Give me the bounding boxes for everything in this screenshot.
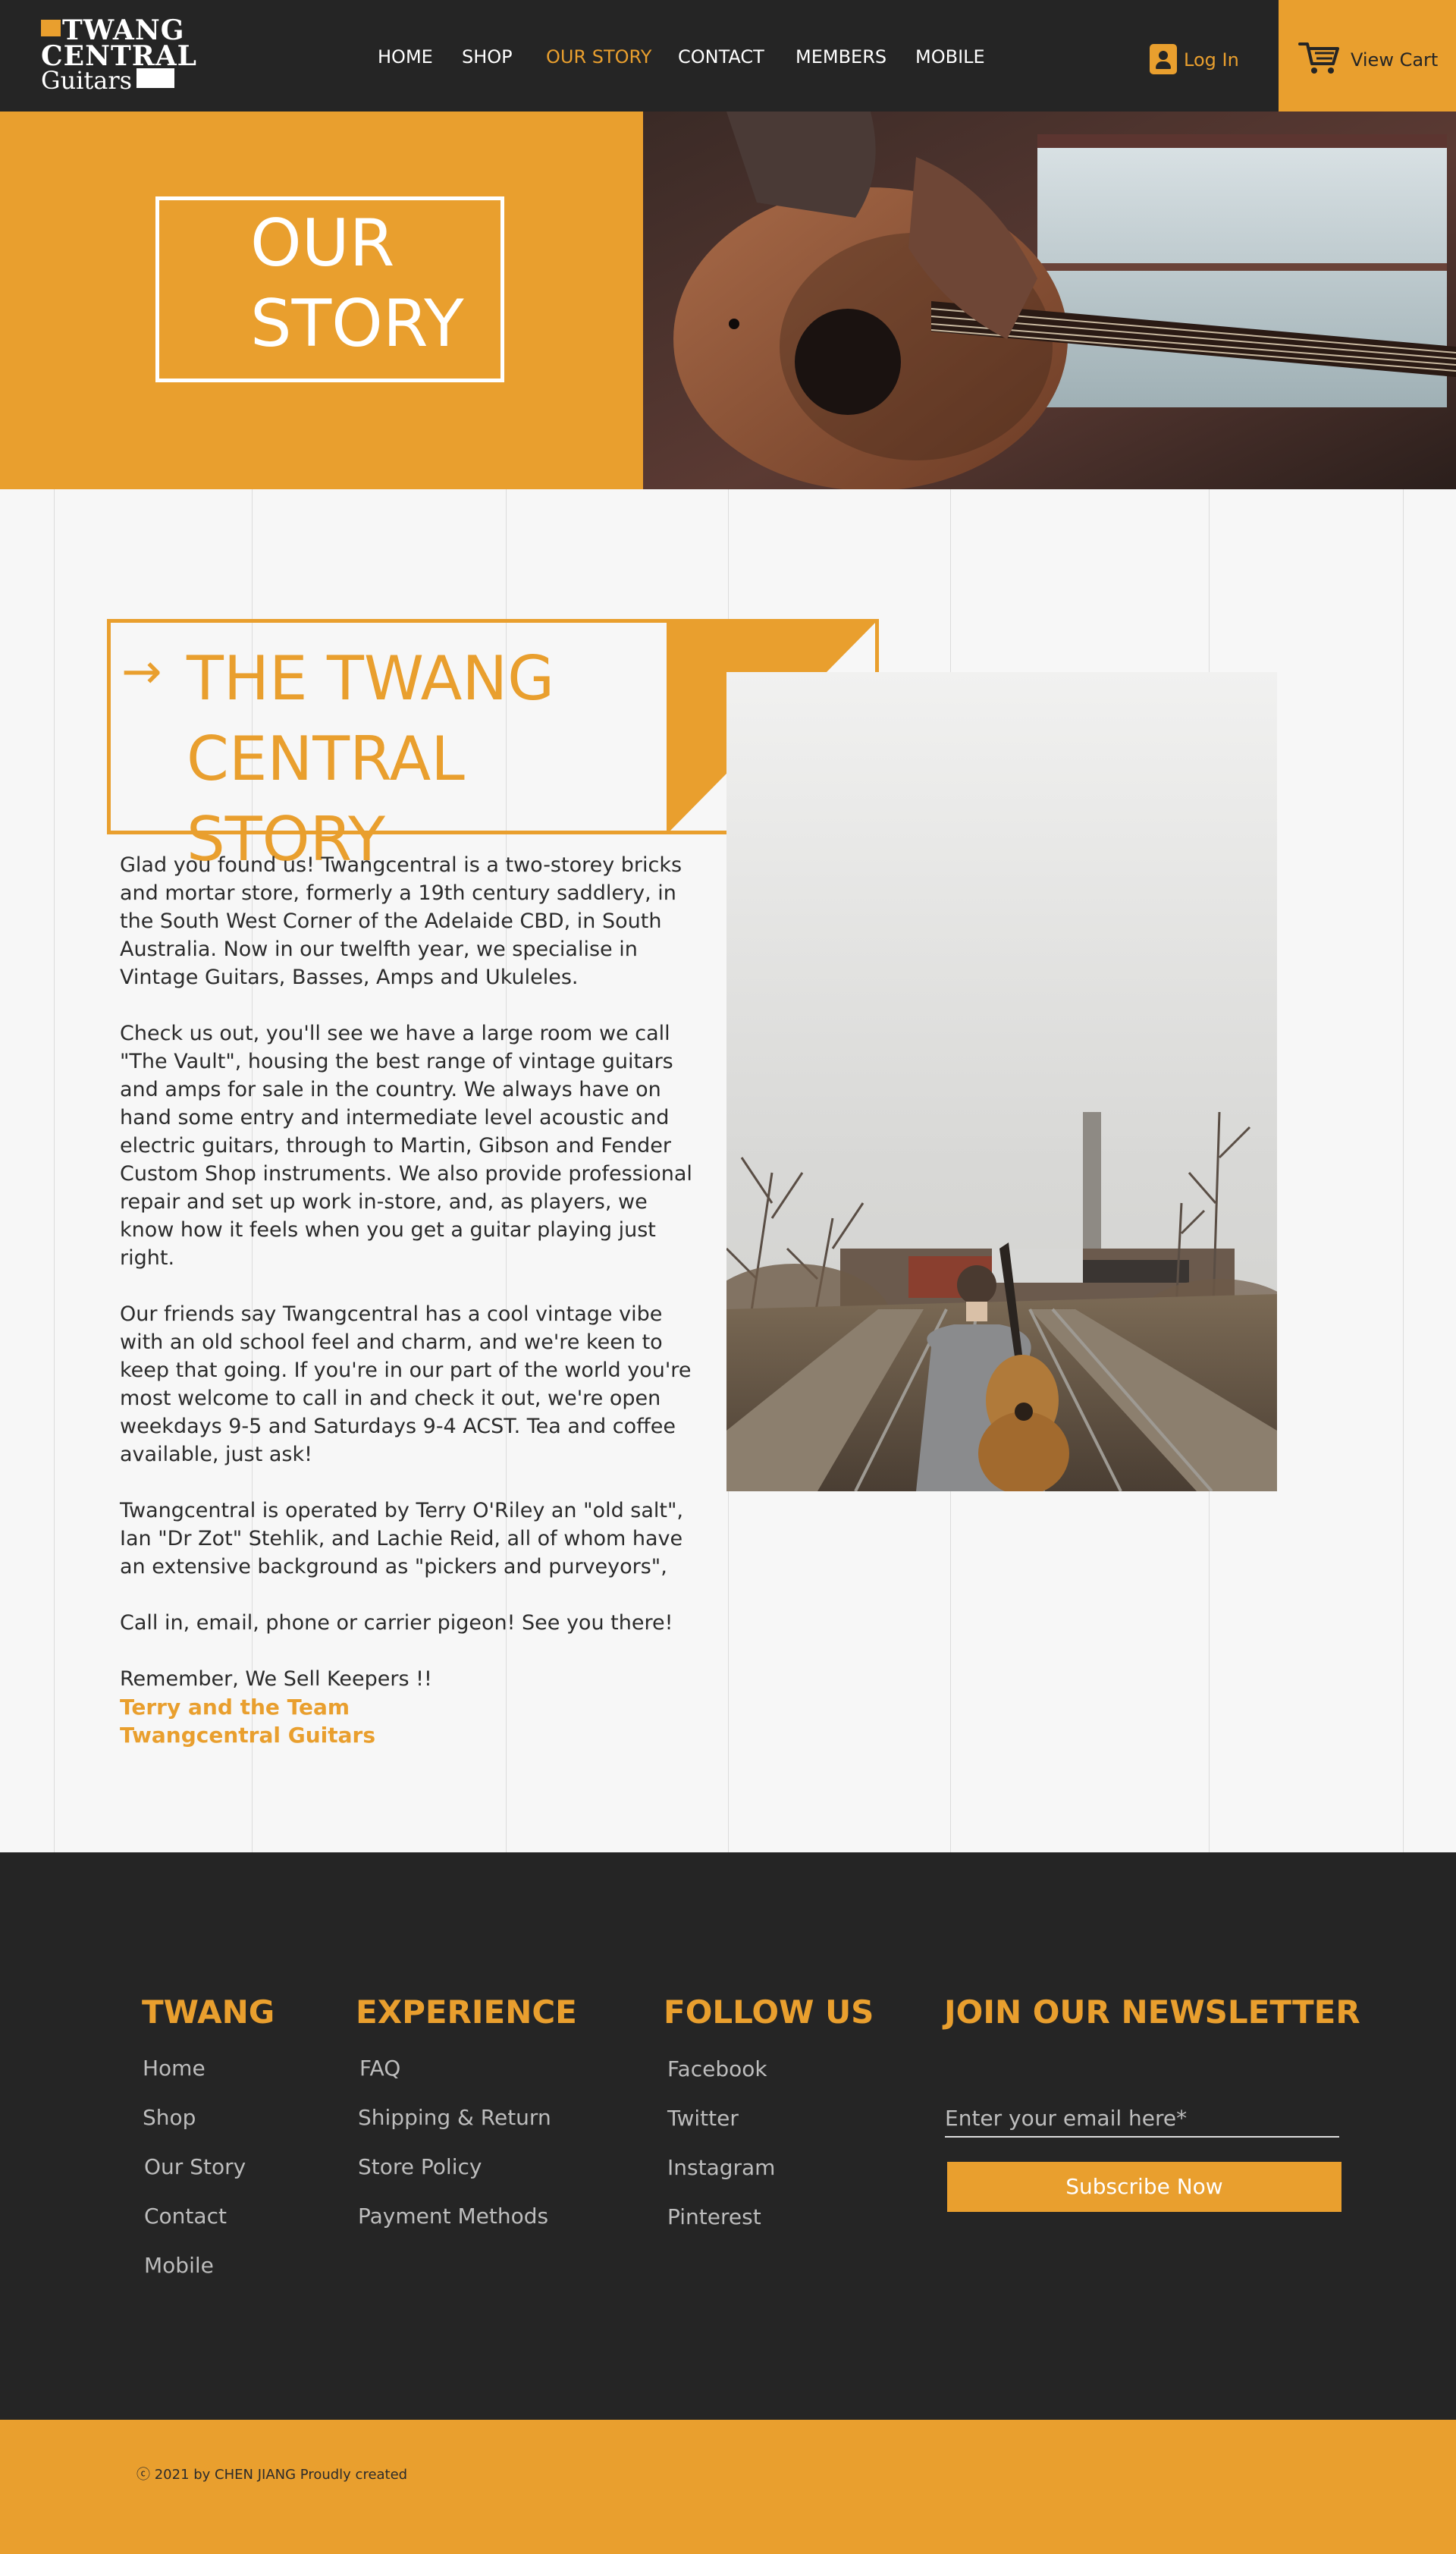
subscribe-button[interactable]: Subscribe Now xyxy=(947,2162,1341,2212)
copyright-bar xyxy=(0,2420,1456,2554)
nav-members[interactable]: MEMBERS xyxy=(795,47,886,67)
footer-link-shipping-return[interactable]: Shipping & Return xyxy=(358,2105,551,2131)
story-paragraph: Our friends say Twangcentral has a cool … xyxy=(120,1302,692,1466)
railway-guitarist-image xyxy=(726,672,1277,1491)
newsletter-email-input[interactable] xyxy=(945,2100,1339,2138)
hero-title: OUR STORY xyxy=(250,203,493,364)
story-body: Glad you found us! Twangcentral is a two… xyxy=(120,851,696,1721)
user-icon[interactable] xyxy=(1150,44,1177,74)
cart-icon[interactable] xyxy=(1298,41,1341,76)
story-paragraph: Glad you found us! Twangcentral is a two… xyxy=(120,853,682,989)
footer-heading-twang: TWANG xyxy=(142,1993,275,2031)
site-logo[interactable]: TWANG CENTRAL Guitars xyxy=(39,17,196,95)
nav-contact[interactable]: CONTACT xyxy=(678,47,764,67)
copyright-text: ⓒ 2021 by CHEN JIANG Proudly created xyxy=(136,2467,408,2483)
footer-heading-newsletter: JOIN OUR NEWSLETTER xyxy=(944,1993,1360,2031)
story-paragraph: Check us out, you'll see we have a large… xyxy=(120,1022,692,1270)
logo-line-3: Guitars xyxy=(41,66,133,95)
footer-heading-follow-us: FOLLOW US xyxy=(664,1993,874,2031)
logo-bar xyxy=(136,68,174,88)
user-icon-body xyxy=(1156,61,1171,69)
footer-heading-experience: EXPERIENCE xyxy=(356,1993,577,2031)
footer-link-payment-methods[interactable]: Payment Methods xyxy=(358,2204,548,2229)
nav-mobile[interactable]: MOBILE xyxy=(915,47,985,67)
guide-line xyxy=(54,489,55,1852)
signature-line-2: Twangcentral Guitars xyxy=(120,1723,375,1748)
view-cart-link[interactable]: View Cart xyxy=(1351,50,1438,70)
footer-link-home[interactable]: Home xyxy=(143,2056,206,2081)
logo-square xyxy=(41,20,61,36)
story-title-line-1: THE TWANG xyxy=(187,643,555,714)
hero-title-line-2: STORY xyxy=(250,286,464,362)
nav-home[interactable]: HOME xyxy=(378,47,433,67)
footer-link-pinterest[interactable]: Pinterest xyxy=(667,2204,761,2230)
nav-our-story[interactable]: OUR STORY xyxy=(546,47,651,67)
signature-line-1: Terry and the Team xyxy=(120,1695,350,1720)
story-title: THE TWANG CENTRAL STORY xyxy=(187,639,672,880)
footer-link-instagram[interactable]: Instagram xyxy=(667,2155,775,2181)
story-signature: Terry and the Team Twangcentral Guitars xyxy=(120,1693,375,1749)
hero-title-line-1: OUR xyxy=(250,206,395,281)
story-paragraph: Remember, We Sell Keepers !! xyxy=(120,1667,432,1691)
story-paragraph: Twangcentral is operated by Terry O'Rile… xyxy=(120,1499,683,1579)
footer-link-our-story[interactable]: Our Story xyxy=(144,2154,246,2180)
footer-link-mobile[interactable]: Mobile xyxy=(144,2253,214,2279)
footer-link-store-policy[interactable]: Store Policy xyxy=(358,2154,482,2180)
footer-link-twitter[interactable]: Twitter xyxy=(667,2106,739,2131)
guitarist-hero-image xyxy=(643,112,1456,489)
footer-link-contact[interactable]: Contact xyxy=(144,2204,227,2229)
footer-link-facebook[interactable]: Facebook xyxy=(667,2056,767,2082)
login-link[interactable]: Log In xyxy=(1184,50,1239,70)
arrow-right-icon: → xyxy=(121,644,162,700)
nav-shop[interactable]: SHOP xyxy=(462,47,513,67)
story-paragraph: Call in, email, phone or carrier pigeon!… xyxy=(120,1611,673,1635)
footer-link-faq[interactable]: FAQ xyxy=(359,2056,400,2081)
footer-link-shop[interactable]: Shop xyxy=(143,2105,196,2131)
user-icon-head xyxy=(1159,51,1168,60)
guide-line xyxy=(1403,489,1404,1852)
